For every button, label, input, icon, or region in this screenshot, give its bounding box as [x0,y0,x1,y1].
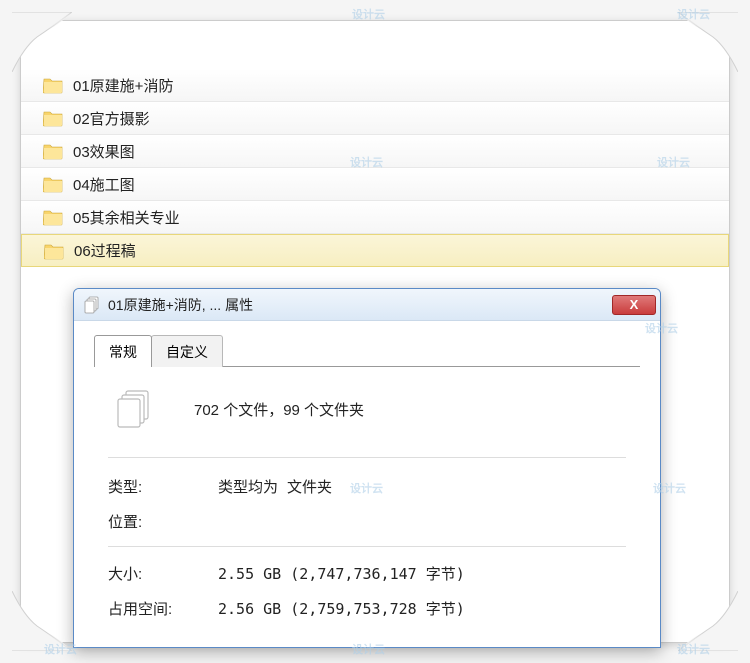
tab-strip: 常规 自定义 [94,335,660,367]
app-window: 01原建施+消防 02官方摄影 03效果图 04施工图 05其余相关专业 [20,20,730,643]
folder-icon [43,208,63,226]
dialog-title: 01原建施+消防, ... 属性 [108,295,612,315]
tab-general[interactable]: 常规 [94,335,152,367]
prop-value-type: 类型均为 文件夹 [218,476,332,497]
multi-document-icon [112,387,156,431]
folder-row[interactable]: 04施工图 [21,168,729,201]
watermark: 设计云 [677,641,710,657]
tab-custom[interactable]: 自定义 [151,335,223,367]
prop-label-type: 类型: [108,476,218,497]
folder-label: 05其余相关专业 [73,207,180,228]
prop-label-disk: 占用空间: [108,598,218,619]
folder-label: 02官方摄影 [73,108,150,129]
documents-icon [84,296,102,314]
folder-icon [44,242,64,260]
prop-value-disk: 2.56 GB (2,759,753,728 字节) [218,598,465,619]
prop-row-disk: 占用空间: 2.56 GB (2,759,753,728 字节) [108,598,626,619]
folder-row[interactable]: 01原建施+消防 [21,69,729,102]
folder-icon [43,175,63,193]
folder-icon [43,109,63,127]
folder-icon [43,76,63,94]
prop-row-size: 大小: 2.55 GB (2,747,736,147 字节) [108,563,626,584]
summary-row: 702 个文件，99 个文件夹 [108,387,626,458]
folder-label: 04施工图 [73,174,135,195]
folder-list: 01原建施+消防 02官方摄影 03效果图 04施工图 05其余相关专业 [21,69,729,267]
prop-label-size: 大小: [108,563,218,584]
folder-label: 03效果图 [73,141,135,162]
folder-row[interactable]: 03效果图 [21,135,729,168]
folder-row-selected[interactable]: 06过程稿 [21,234,729,267]
close-icon: X [630,297,639,312]
close-button[interactable]: X [612,295,656,315]
prop-row-type: 类型: 类型均为 文件夹 [108,476,626,497]
folder-label: 01原建施+消防 [73,75,173,96]
prop-row-location: 位置: [108,511,626,532]
folder-icon [43,142,63,160]
summary-text: 702 个文件，99 个文件夹 [194,399,364,420]
properties-dialog: 01原建施+消防, ... 属性 X 常规 自定义 702 个文件，99 个文件… [73,288,661,648]
tab-panel-general: 702 个文件，99 个文件夹 类型: 类型均为 文件夹 位置: 大小: 2.5… [94,366,640,643]
dialog-titlebar[interactable]: 01原建施+消防, ... 属性 X [74,289,660,321]
folder-row[interactable]: 02官方摄影 [21,102,729,135]
folder-label: 06过程稿 [74,240,136,261]
divider [108,546,626,547]
prop-value-size: 2.55 GB (2,747,736,147 字节) [218,563,465,584]
folder-row[interactable]: 05其余相关专业 [21,201,729,234]
prop-label-location: 位置: [108,511,218,532]
